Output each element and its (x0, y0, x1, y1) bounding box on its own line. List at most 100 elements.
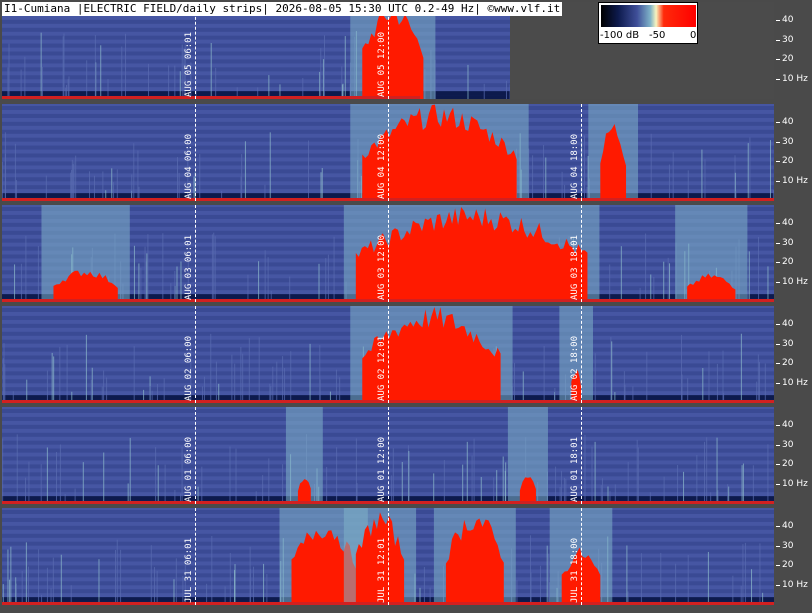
axis-tick (776, 39, 780, 41)
noise-streak (137, 150, 139, 201)
noise-streak (258, 261, 260, 302)
noise-streak (14, 143, 16, 201)
noise-streak (744, 542, 746, 605)
time-marker-line (388, 2, 389, 99)
noise-streak (759, 361, 761, 403)
noise-streak (124, 33, 126, 99)
axis-tick-label: 30 (782, 136, 794, 147)
noise-streak (548, 553, 550, 605)
noise-streak (333, 236, 335, 302)
noise-streak (769, 140, 771, 201)
noise-streak (16, 180, 18, 201)
noise-streak (21, 570, 23, 605)
noise-streak (144, 246, 146, 302)
axis-tick-label: 10 Hz (782, 74, 808, 85)
noise-streak (636, 439, 638, 504)
noise-streak (687, 378, 689, 403)
noise-streak (747, 143, 749, 201)
frequency-axis: 40 30 20 10 Hz (776, 306, 812, 403)
noise-streak (757, 354, 759, 403)
noise-streak (73, 161, 75, 201)
noise-streak (660, 552, 662, 605)
noise-streak (258, 337, 260, 403)
axis-tick-label: 40 (782, 116, 794, 127)
noise-streak (335, 369, 337, 403)
noise-streak (565, 478, 567, 504)
axis-tick-label: 40 (782, 14, 794, 25)
noise-streak (516, 580, 518, 605)
noise-streak (213, 232, 215, 302)
noise-streak (7, 549, 9, 605)
noise-streak (502, 456, 504, 504)
noise-streak (60, 554, 62, 605)
noise-streak (611, 341, 613, 403)
axis-tick-label: 10 Hz (782, 479, 808, 490)
noise-streak (473, 438, 475, 504)
noise-streak (40, 32, 42, 99)
noise-streak (740, 333, 742, 403)
noise-streak (767, 444, 769, 504)
time-marker-label: AUG 02 12:01 (377, 335, 387, 401)
floor-noise (2, 96, 421, 99)
noise-streak (133, 346, 135, 403)
axis-tick-label: 40 (782, 217, 794, 228)
noise-streak (530, 572, 532, 605)
noise-streak (263, 563, 265, 605)
axis-tick-label: 10 Hz (782, 580, 808, 591)
noise-streak (153, 567, 155, 605)
noise-streak (423, 567, 425, 605)
time-marker-label: AUG 02 06:00 (184, 335, 194, 401)
time-marker-label: AUG 03 18:01 (570, 234, 580, 300)
frequency-axis: 40 30 20 10 Hz (776, 205, 812, 302)
time-marker-label: AUG 04 06:00 (184, 133, 194, 199)
noise-streak (669, 263, 671, 302)
noise-streak (231, 354, 233, 403)
noise-streak (759, 543, 761, 605)
noise-streak (702, 368, 704, 403)
noise-streak (46, 370, 48, 403)
noise-streak (206, 583, 208, 605)
time-marker-line (195, 306, 196, 403)
axis-tick (776, 262, 780, 264)
axis-tick (776, 383, 780, 385)
noise-streak (173, 579, 175, 605)
spectrogram-strip: JUL 31 06:01 JUL 31 12:01 JUL 31 18:00 (2, 508, 774, 605)
noise-streak (203, 376, 205, 403)
axis-tick-label: 40 (782, 318, 794, 329)
noise-streak (732, 575, 734, 605)
noise-streak (696, 455, 698, 504)
axis-tick-label: 20 (782, 459, 794, 470)
noise-streak (133, 245, 135, 302)
noise-streak (210, 43, 212, 99)
axis-tick-label: 30 (782, 338, 794, 349)
noise-streak (211, 234, 213, 302)
time-marker-line (581, 104, 582, 201)
noise-streak (748, 251, 750, 302)
colorbar-legend: -100 dB -50 0 (598, 2, 698, 44)
frequency-axis: 40 30 20 10 Hz (776, 2, 812, 99)
noise-streak (180, 261, 182, 302)
noise-streak (181, 446, 183, 504)
noise-streak (266, 574, 268, 605)
noise-streak (640, 553, 642, 605)
colorbar-max-label: 0 (690, 30, 697, 41)
noise-streak (199, 154, 201, 201)
axis-tick-label: 40 (782, 520, 794, 531)
noise-streak (51, 352, 53, 403)
axis-tick (776, 545, 780, 547)
noise-streak (131, 174, 133, 201)
time-marker-label: AUG 03 12:00 (377, 234, 387, 300)
noise-streak (309, 343, 311, 403)
colorbar-gradient (601, 5, 696, 27)
noise-streak (496, 470, 498, 504)
axis-tick (776, 222, 780, 224)
noise-streak (9, 579, 11, 605)
noise-streak (147, 234, 149, 302)
axis-tick-label: 30 (782, 439, 794, 450)
time-marker-line (195, 407, 196, 504)
noise-streak (28, 461, 30, 504)
noise-streak (749, 137, 751, 201)
frequency-axis: 40 30 20 10 Hz (776, 407, 812, 504)
axis-tick (776, 181, 780, 183)
noise-streak (116, 169, 118, 201)
